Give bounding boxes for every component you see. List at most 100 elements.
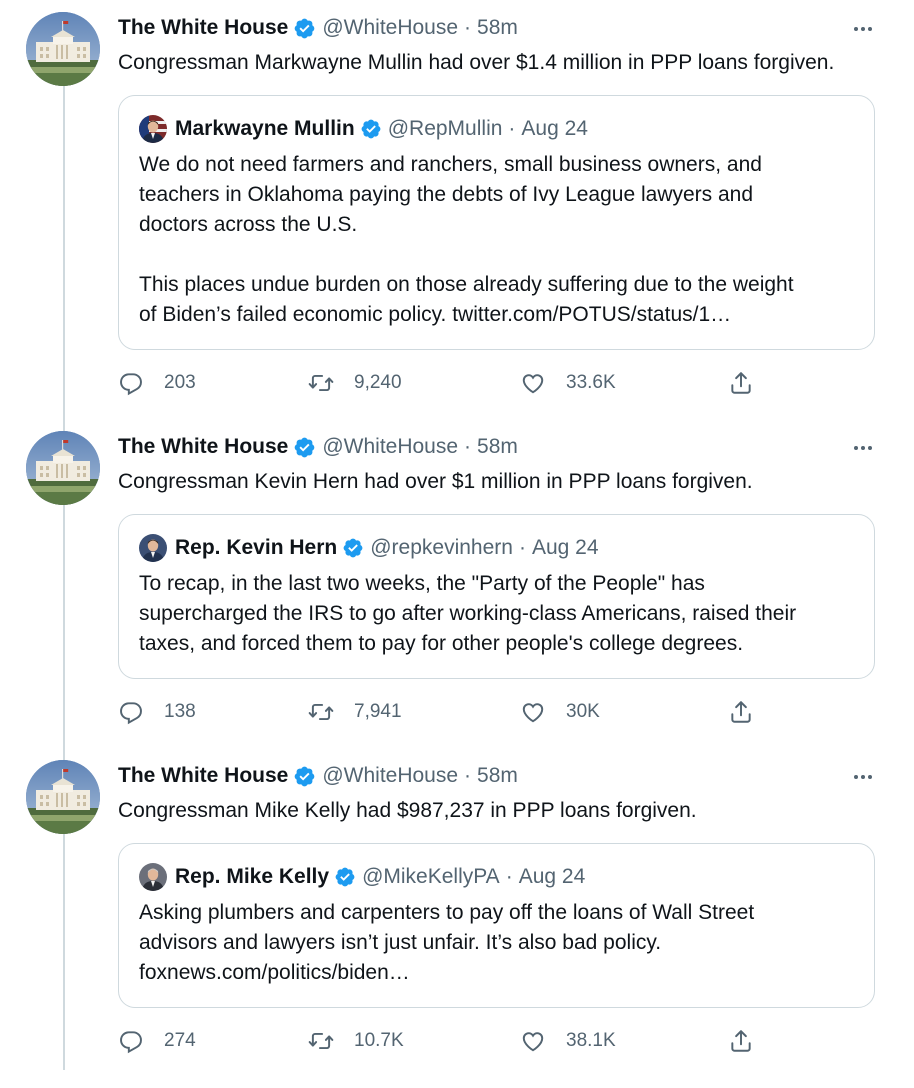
retweet-button[interactable]: 10.7K xyxy=(308,1023,404,1059)
like-count: 38.1K xyxy=(566,1030,616,1051)
separator-dot: · xyxy=(464,16,472,39)
quoted-date: Aug 24 xyxy=(521,117,588,140)
tweet-actions: 274 10.7K 38.1K xyxy=(0,1023,914,1059)
reply-button[interactable]: 138 xyxy=(118,694,196,730)
quoted-author-handle: @repkevinhern xyxy=(370,536,513,559)
quoted-author-name: Markwayne Mullin xyxy=(175,117,355,140)
like-icon xyxy=(520,370,566,396)
author-handle[interactable]: @WhiteHouse xyxy=(322,16,458,40)
verified-badge-icon xyxy=(293,17,316,40)
retweet-icon xyxy=(308,370,354,396)
share-button[interactable] xyxy=(728,1023,774,1059)
tweet-actions: 203 9,240 33.6K xyxy=(0,365,914,401)
quoted-tweet-text: To recap, in the last two weeks, the "Pa… xyxy=(139,569,859,659)
verified-badge-icon xyxy=(360,118,382,140)
timestamp[interactable]: 58m xyxy=(477,16,518,40)
share-icon xyxy=(728,370,774,396)
share-button[interactable] xyxy=(728,365,774,401)
verified-badge-icon xyxy=(334,866,356,888)
quote-text-line: This places undue burden on those alread… xyxy=(139,273,794,296)
quoted-author-name: Rep. Kevin Hern xyxy=(175,536,338,559)
quoted-tweet-text: We do not need farmers and ranchers, sma… xyxy=(139,150,859,330)
quote-text-line: teachers in Oklahoma paying the debts of… xyxy=(139,183,754,206)
share-button[interactable] xyxy=(728,694,774,730)
reply-icon xyxy=(118,1028,164,1054)
reply-count: 203 xyxy=(164,372,196,393)
like-button[interactable]: 33.6K xyxy=(520,365,616,401)
tweet-header: The White House @WhiteHouse · 58m xyxy=(118,760,518,792)
quoted-author-handle: @MikeKellyPA xyxy=(362,865,500,888)
like-button[interactable]: 38.1K xyxy=(520,1023,616,1059)
author-handle[interactable]: @WhiteHouse xyxy=(322,435,458,459)
reply-count: 274 xyxy=(164,1030,196,1051)
separator-dot: · xyxy=(464,435,472,458)
reply-button[interactable]: 274 xyxy=(118,1023,196,1059)
reply-button[interactable]: 203 xyxy=(118,365,196,401)
tweet[interactable]: The White House @WhiteHouse · 58m Congre… xyxy=(0,0,914,350)
tweet-text: Congressman Kevin Hern had over $1 milli… xyxy=(118,470,753,493)
author-name[interactable]: The White House xyxy=(118,764,288,788)
quote-text-line: We do not need farmers and ranchers, sma… xyxy=(139,153,762,176)
quote-text-line: advisors and lawyers isn’t just unfair. … xyxy=(139,931,662,954)
avatar[interactable] xyxy=(26,431,100,505)
quote-text-line: of Biden’s failed economic policy. twitt… xyxy=(139,303,732,326)
author-name[interactable]: The White House xyxy=(118,16,288,40)
quote-text-line: doctors across the U.S. xyxy=(139,213,358,236)
verified-badge-icon xyxy=(293,765,316,788)
like-icon xyxy=(520,1028,566,1054)
quote-text-line: taxes, and forced them to pay for other … xyxy=(139,632,744,655)
separator-dot: · xyxy=(505,865,513,888)
tweet-header: The White House @WhiteHouse · 58m xyxy=(118,12,518,44)
like-icon xyxy=(520,699,566,725)
retweet-icon xyxy=(308,1028,354,1054)
like-count: 33.6K xyxy=(566,372,616,393)
quoted-tweet-header: Markwayne Mullin @RepMullin · Aug 24 xyxy=(139,114,588,144)
quoted-date: Aug 24 xyxy=(531,536,599,559)
separator-dot: · xyxy=(464,764,472,787)
tweet-header: The White House @WhiteHouse · 58m xyxy=(118,431,518,463)
timestamp[interactable]: 58m xyxy=(477,764,518,788)
quoted-author-handle: @RepMullin xyxy=(387,117,503,140)
verified-badge-icon xyxy=(342,537,364,559)
author-name[interactable]: The White House xyxy=(118,435,288,459)
avatar xyxy=(139,115,167,143)
quoted-tweet-header: Rep. Kevin Hern @repkevinhern · Aug 24 xyxy=(139,533,599,563)
quoted-tweet-text: Asking plumbers and carpenters to pay of… xyxy=(139,898,859,988)
share-icon xyxy=(728,699,774,725)
tweet-actions: 138 7,941 30K xyxy=(0,694,914,730)
retweet-count: 10.7K xyxy=(354,1030,404,1051)
tweet-text: Congressman Markwayne Mullin had over $1… xyxy=(118,51,835,74)
more-options-icon[interactable] xyxy=(846,16,880,42)
reply-icon xyxy=(118,699,164,725)
separator-dot: · xyxy=(508,117,516,140)
timestamp[interactable]: 58m xyxy=(477,435,518,459)
retweet-icon xyxy=(308,699,354,725)
tweet-text: Congressman Mike Kelly had $987,237 in P… xyxy=(118,799,697,822)
quoted-tweet-header: Rep. Mike Kelly @MikeKellyPA · Aug 24 xyxy=(139,862,585,892)
avatar xyxy=(139,534,167,562)
separator-dot: · xyxy=(518,536,526,559)
share-icon xyxy=(728,1028,774,1054)
retweet-button[interactable]: 9,240 xyxy=(308,365,402,401)
quote-text-line: To recap, in the last two weeks, the "Pa… xyxy=(139,572,705,595)
quote-text-line: Asking plumbers and carpenters to pay of… xyxy=(139,901,755,924)
verified-badge-icon xyxy=(293,436,316,459)
quote-text-line: foxnews.com/politics/biden… xyxy=(139,961,410,984)
author-handle[interactable]: @WhiteHouse xyxy=(322,764,458,788)
retweet-count: 9,240 xyxy=(354,372,402,393)
quote-text-line: supercharged the IRS to go after working… xyxy=(139,602,797,625)
avatar[interactable] xyxy=(26,760,100,834)
quoted-date: Aug 24 xyxy=(518,865,586,888)
retweet-button[interactable]: 7,941 xyxy=(308,694,402,730)
reply-count: 138 xyxy=(164,701,196,722)
like-button[interactable]: 30K xyxy=(520,694,600,730)
quoted-tweet[interactable]: Markwayne Mullin @RepMullin · Aug 24 We … xyxy=(118,95,875,350)
like-count: 30K xyxy=(566,701,600,722)
quoted-tweet[interactable]: Rep. Mike Kelly @MikeKellyPA · Aug 24 As… xyxy=(118,843,875,1008)
reply-icon xyxy=(118,370,164,396)
quoted-tweet[interactable]: Rep. Kevin Hern @repkevinhern · Aug 24 T… xyxy=(118,514,875,679)
avatar[interactable] xyxy=(26,12,100,86)
more-options-icon[interactable] xyxy=(846,435,880,461)
more-options-icon[interactable] xyxy=(846,764,880,790)
quote-text-line xyxy=(139,240,859,270)
